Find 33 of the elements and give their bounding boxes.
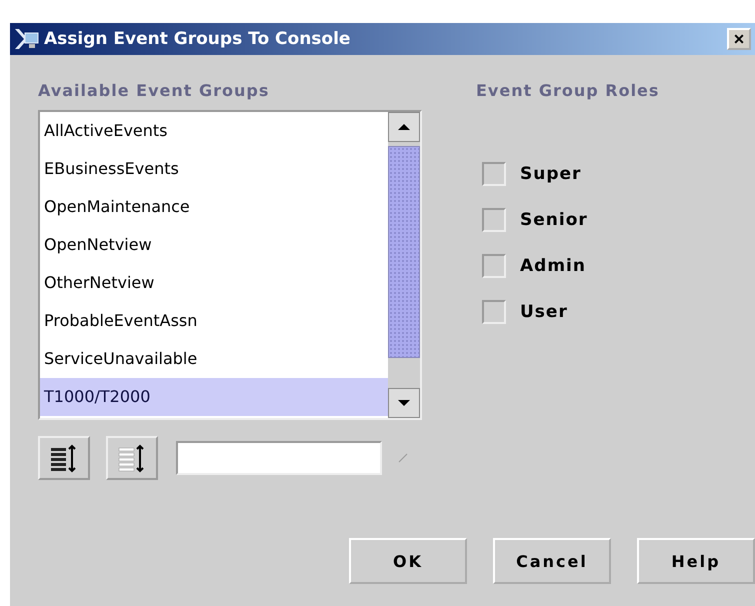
list-item[interactable]: ProbableEventAssn	[40, 302, 388, 340]
select-all-button[interactable]	[38, 436, 90, 480]
scroll-thumb[interactable]	[388, 146, 420, 358]
checkbox-label: Senior	[520, 210, 588, 230]
close-button[interactable]: ×	[727, 28, 751, 50]
deselect-all-button[interactable]	[106, 436, 158, 480]
section-heading: Event Group Roles	[476, 81, 660, 100]
list-item[interactable]: EBusinessEvents	[40, 150, 388, 188]
checkbox-label: User	[520, 302, 568, 322]
checkbox[interactable]	[482, 162, 506, 186]
section-heading: Available Event Groups	[38, 81, 270, 100]
filter-field[interactable]	[176, 441, 382, 475]
checkbox[interactable]	[482, 208, 506, 232]
list-item[interactable]: OpenNetview	[40, 226, 388, 264]
list-item[interactable]: T1000/T2000	[40, 378, 388, 416]
dialog-button[interactable]: OK	[349, 538, 467, 584]
slash-icon	[398, 453, 408, 463]
checkbox-label: Super	[520, 164, 582, 184]
dialog-button[interactable]: Cancel	[493, 538, 611, 584]
list-item[interactable]: AllActiveEvents	[40, 112, 388, 150]
checkbox-label: Admin	[520, 256, 586, 276]
down-arrow-icon	[398, 399, 410, 407]
dialog-button[interactable]: Help	[637, 538, 755, 584]
checkbox[interactable]	[482, 300, 506, 324]
checkbox[interactable]	[482, 254, 506, 278]
scroll-up-button[interactable]	[388, 112, 420, 142]
list-item[interactable]: ServiceUnavailable	[40, 340, 388, 378]
list-item[interactable]: OpenMaintenance	[40, 188, 388, 226]
scroll-down-button[interactable]	[388, 388, 420, 418]
list-item[interactable]: OtherNetview	[40, 264, 388, 302]
monitor-icon	[14, 27, 40, 51]
up-arrow-icon	[398, 123, 410, 131]
window-title: Assign Event Groups To Console	[44, 29, 352, 49]
